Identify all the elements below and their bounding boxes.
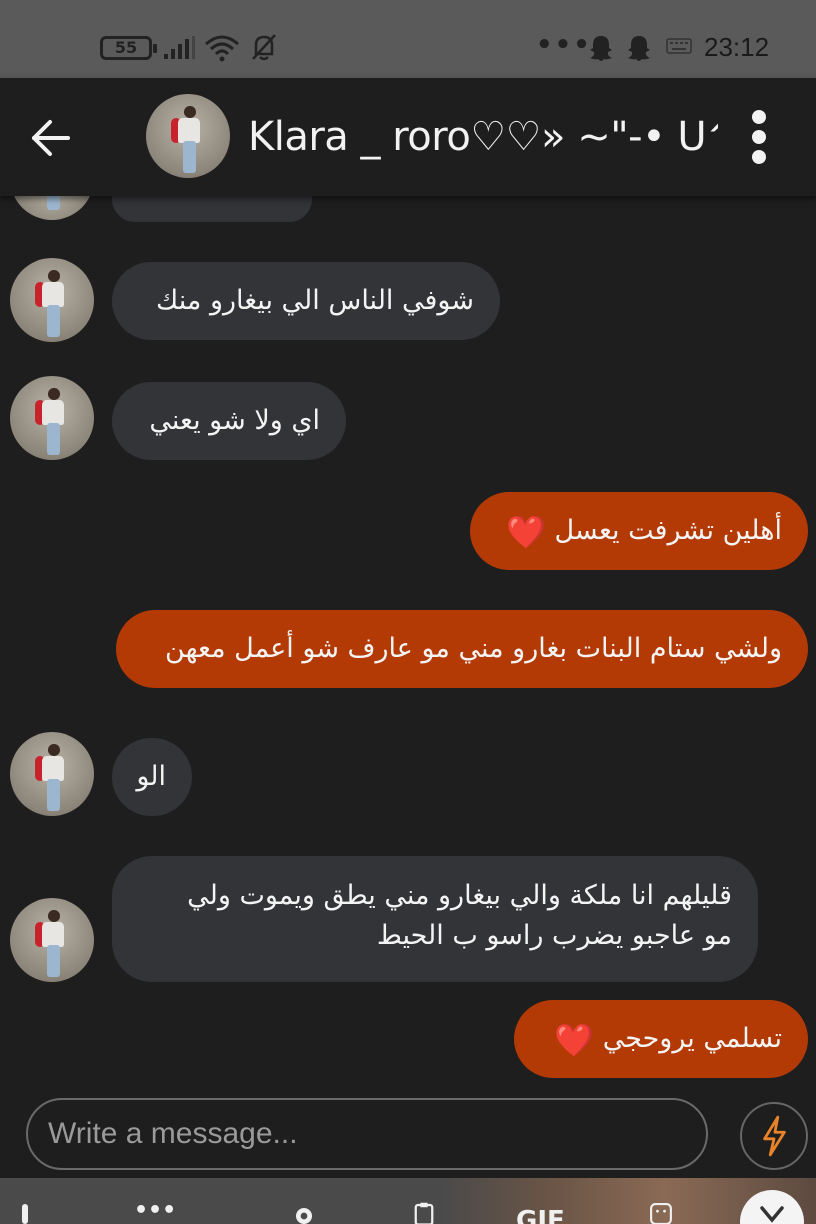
message-text: اي ولا شو يعني bbox=[149, 405, 320, 436]
message-bubble-outgoing[interactable]: ولشي ستام البنات بغارو مني مو عارف شو أع… bbox=[116, 610, 808, 688]
gear-icon[interactable] bbox=[286, 1204, 322, 1224]
message-bubble-incoming[interactable]: قليلهم انا ملكة والي بيغارو مني يطق ويمو… bbox=[112, 856, 758, 982]
lightning-icon[interactable] bbox=[740, 1102, 808, 1170]
message-composer[interactable] bbox=[26, 1098, 708, 1170]
chevron-down-icon bbox=[760, 1206, 784, 1223]
clipboard-icon[interactable] bbox=[408, 1202, 440, 1224]
arrow-left-icon[interactable] bbox=[30, 118, 72, 158]
message-text-line: مو عاجبو يضرب راسو ب الحيط bbox=[376, 920, 732, 951]
sticker-icon[interactable] bbox=[644, 1202, 678, 1224]
heart-icon: ❤️ bbox=[554, 1020, 595, 1059]
keyboard-toolbar: ••• GIF bbox=[0, 1178, 816, 1224]
message-avatar[interactable] bbox=[10, 732, 94, 816]
keyboard-icon bbox=[666, 38, 692, 54]
contact-avatar[interactable] bbox=[146, 94, 230, 178]
message-text: الو bbox=[136, 761, 166, 792]
snapchat-icon bbox=[590, 36, 612, 61]
message-input[interactable] bbox=[48, 1112, 688, 1156]
contact-name[interactable]: Klara _ roro♡♡» ~"-• U^... bbox=[248, 114, 718, 160]
message-text: أهلين تشرفت يعسل bbox=[554, 515, 782, 546]
heart-icon: ❤️ bbox=[506, 512, 546, 551]
message-bubble-incoming[interactable]: الو bbox=[112, 738, 192, 816]
status-bar: 55 ••• 23:12 bbox=[0, 0, 816, 78]
message-avatar[interactable] bbox=[10, 898, 94, 982]
mic-icon[interactable] bbox=[22, 1204, 28, 1224]
overflow-icon: ••• bbox=[536, 30, 592, 60]
message-text: تسلمي يروحجي bbox=[602, 1023, 782, 1054]
more-horizontal-icon[interactable]: ••• bbox=[134, 1198, 176, 1223]
message-text-line: قليلهم انا ملكة والي بيغارو مني يطق ويمو… bbox=[187, 880, 732, 911]
message-bubble-outgoing[interactable]: أهلين تشرفت يعسل ❤️ bbox=[470, 492, 808, 570]
bell-off-icon bbox=[252, 34, 276, 61]
more-vertical-icon[interactable] bbox=[750, 110, 768, 164]
clock: 23:12 bbox=[704, 32, 770, 62]
message-bubble-incoming[interactable]: اي ولا شو يعني bbox=[112, 382, 346, 460]
message-bubble-incoming[interactable]: شوفي الناس الي بيغارو منك bbox=[112, 262, 500, 340]
message-text: شوفي الناس الي بيغارو منك bbox=[156, 285, 474, 316]
message-avatar[interactable] bbox=[10, 376, 94, 460]
battery-indicator: 55 bbox=[100, 36, 157, 60]
message-avatar[interactable] bbox=[10, 258, 94, 342]
signal-icon bbox=[164, 36, 195, 59]
gif-button[interactable]: GIF bbox=[516, 1206, 565, 1224]
message-bubble-outgoing[interactable]: تسلمي يروحجي ❤️ bbox=[514, 1000, 808, 1078]
chat-screen: 55 ••• 23:12 Klara _ roro♡♡» ~"-• U شوفي… bbox=[0, 0, 816, 1224]
chat-header: Klara _ roro♡♡» ~"-• U^... bbox=[0, 78, 816, 196]
message-list[interactable]: شوفي الناس الي بيغارو منك اي ولا شو يعني… bbox=[0, 172, 816, 1096]
wifi-icon bbox=[205, 35, 239, 62]
message-text: ولشي ستام البنات بغارو مني مو عارف شو أع… bbox=[165, 633, 782, 664]
snapchat-icon bbox=[628, 36, 650, 61]
